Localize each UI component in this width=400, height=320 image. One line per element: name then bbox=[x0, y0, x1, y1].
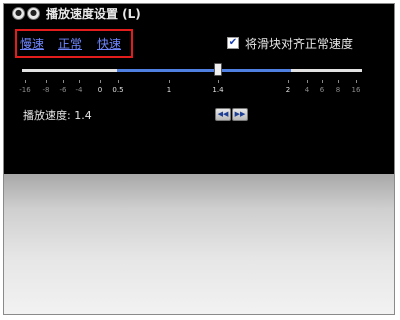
slow-speed-link[interactable]: 慢速 bbox=[20, 35, 44, 52]
slider-tick bbox=[288, 80, 289, 83]
tick-label: 2 bbox=[285, 86, 291, 94]
tick-label: 0 bbox=[97, 86, 103, 94]
window-control-icon[interactable]: ● bbox=[27, 6, 40, 20]
slider-tick bbox=[25, 80, 26, 83]
step-back-icon: ◀◀ bbox=[217, 110, 229, 118]
empty-content-area bbox=[4, 174, 394, 314]
slider-tick bbox=[338, 80, 339, 83]
step-forward-icon: ▶▶ bbox=[234, 110, 246, 118]
tick-label: 1.4 bbox=[212, 86, 224, 94]
tick-label: 4 bbox=[304, 86, 310, 94]
window-control-icon[interactable]: ● bbox=[12, 6, 25, 20]
step-back-button[interactable]: ◀◀ bbox=[215, 108, 231, 121]
slider-tick bbox=[46, 80, 47, 83]
tick-label: 16 bbox=[351, 86, 361, 94]
slider-tick bbox=[79, 80, 80, 83]
tick-label: 0.5 bbox=[112, 86, 124, 94]
playback-speed-readout: 播放速度: 1.4 bbox=[23, 109, 92, 122]
speed-slider-thumb[interactable] bbox=[214, 63, 222, 76]
tick-label: -16 bbox=[19, 86, 31, 94]
tick-label: -4 bbox=[75, 86, 83, 94]
slider-tick bbox=[307, 80, 308, 83]
tick-label: 6 bbox=[319, 86, 325, 94]
tick-label: 8 bbox=[335, 86, 341, 94]
slider-tick bbox=[356, 80, 357, 83]
window-title: 播放速度设置 (L) bbox=[46, 6, 141, 21]
checkmark-icon: ✔ bbox=[228, 37, 238, 48]
step-forward-button[interactable]: ▶▶ bbox=[232, 108, 248, 121]
tick-label: -8 bbox=[42, 86, 50, 94]
snap-to-normal-checkbox[interactable]: ✔ bbox=[227, 37, 239, 49]
speed-settings-panel: ● ● 播放速度设置 (L) 慢速 正常 快速 ✔ 将滑块对齐正常速度 -16 … bbox=[4, 4, 394, 174]
slider-tick bbox=[118, 80, 119, 83]
slider-tick bbox=[100, 80, 101, 83]
slider-tick bbox=[218, 80, 219, 83]
snap-to-normal-label: 将滑块对齐正常速度 bbox=[245, 37, 354, 51]
slider-tick bbox=[169, 80, 170, 83]
title-bar: ● ● 播放速度设置 (L) bbox=[12, 4, 141, 22]
tick-label: 1 bbox=[166, 86, 172, 94]
tick-label: -6 bbox=[59, 86, 67, 94]
speed-slider-range bbox=[117, 69, 291, 72]
slider-tick bbox=[63, 80, 64, 83]
fast-speed-link[interactable]: 快速 bbox=[97, 35, 121, 52]
slider-tick bbox=[322, 80, 323, 83]
normal-speed-link[interactable]: 正常 bbox=[58, 35, 82, 52]
